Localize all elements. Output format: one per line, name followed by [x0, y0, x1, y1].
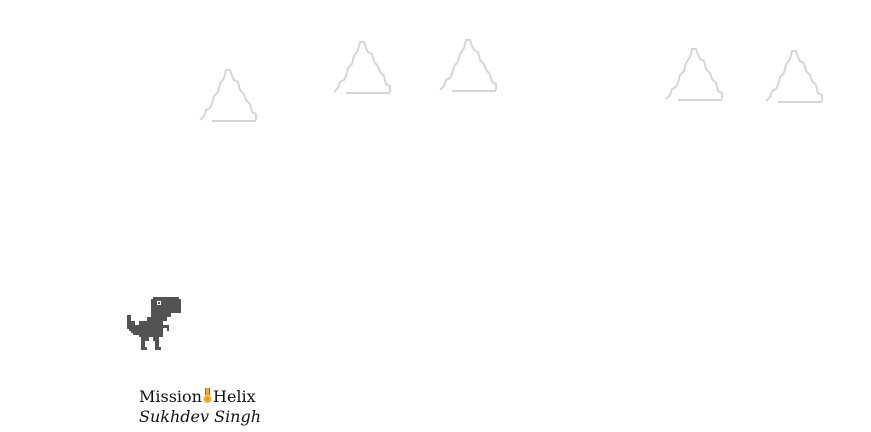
title-right: Helix	[212, 387, 256, 406]
cloud-3	[438, 38, 498, 96]
author-name: Sukhdev Singh	[139, 407, 262, 426]
trex-icon	[127, 297, 181, 350]
cloud-1	[198, 68, 258, 126]
title-left: Mission	[139, 387, 202, 406]
cloud-4	[664, 47, 724, 105]
cloud-5	[764, 49, 824, 107]
mission-title: Mission Helix	[139, 387, 261, 407]
cloud-2	[332, 40, 392, 98]
game-canvas[interactable]: Mission Helix Sukhdev Singh	[0, 0, 871, 432]
trex-player[interactable]	[127, 297, 183, 351]
game-caption: Mission Helix Sukhdev Singh	[139, 387, 261, 427]
medal-icon	[203, 388, 212, 404]
